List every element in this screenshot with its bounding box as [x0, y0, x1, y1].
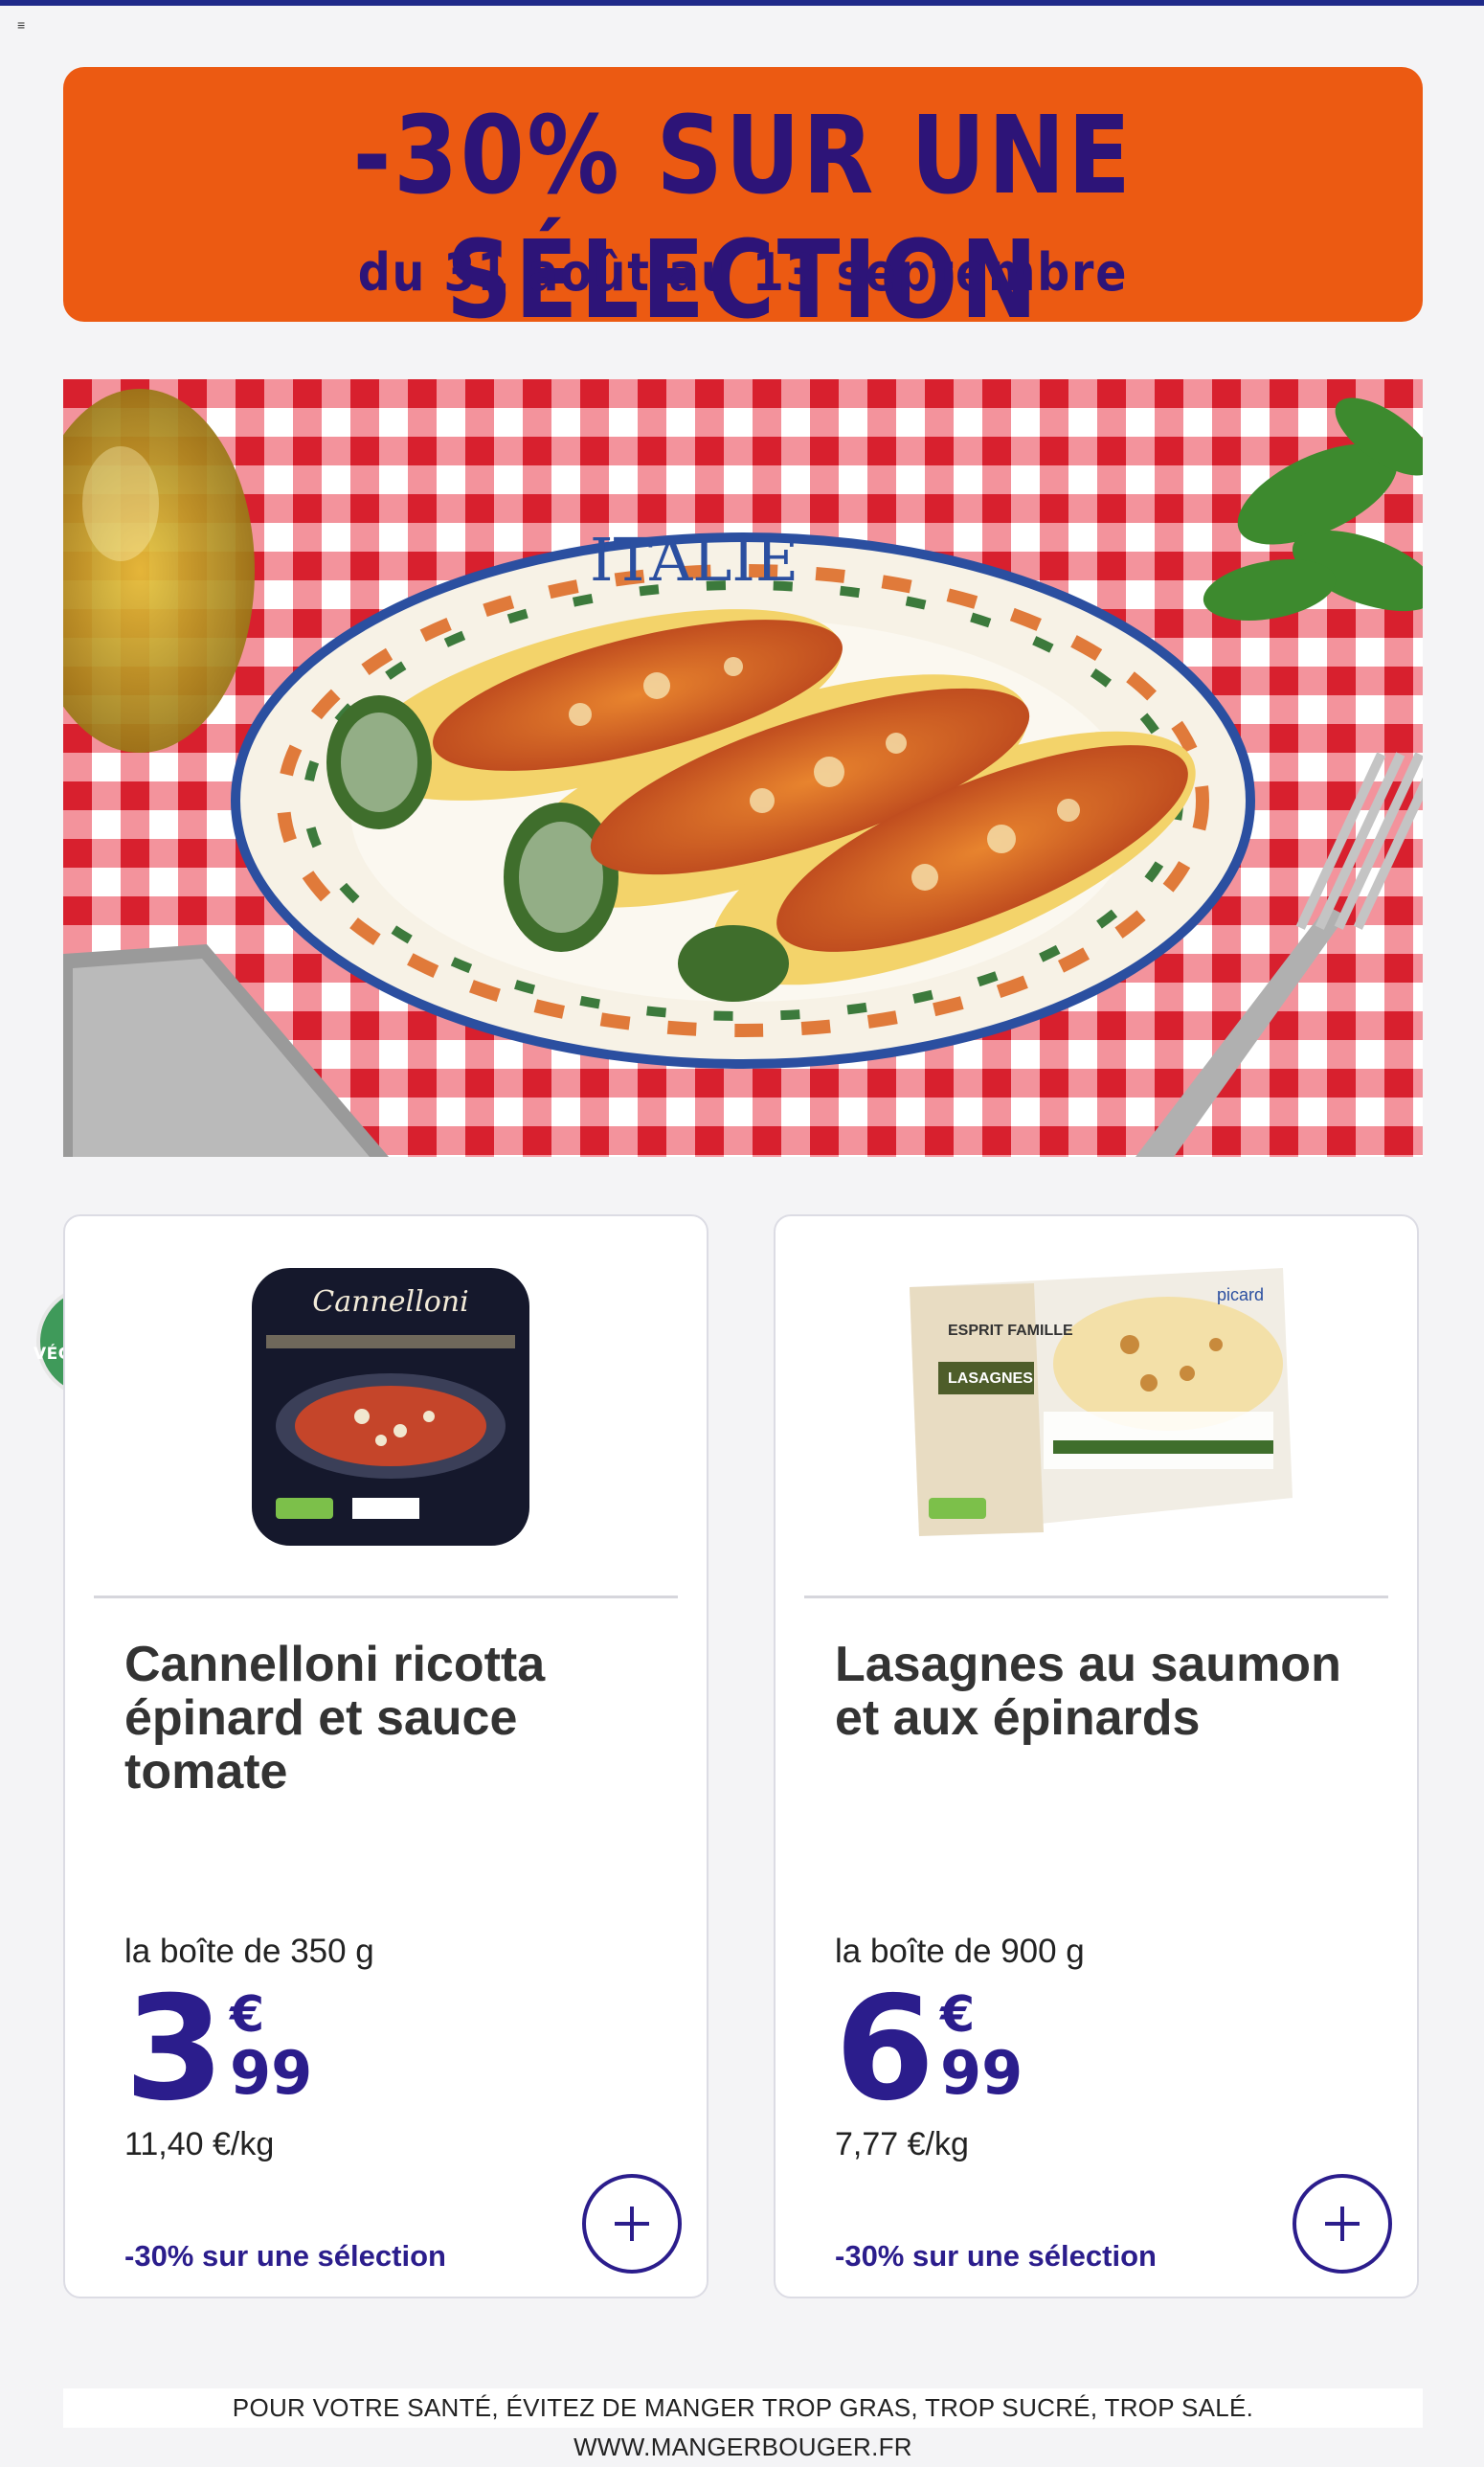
unit-label: la boîte de 900 g: [835, 1933, 1085, 1970]
product-card-lasagnes[interactable]: picard ESPRIT FAMILLE LASAGNES Lasagnes …: [774, 1214, 1419, 2298]
add-to-list-button[interactable]: [582, 2174, 682, 2274]
banner-dates: du 31 août au 13 septembre: [357, 242, 1129, 303]
product-title: Lasagnes au saumon et aux épinards: [835, 1637, 1341, 1746]
price-integer: 6: [835, 1966, 935, 2133]
package-product: LASAGNES: [948, 1370, 1033, 1387]
price-per-kg: 11,40 €/kg: [124, 2126, 275, 2162]
add-to-list-button[interactable]: [1293, 2174, 1392, 2274]
package-line: ESPRIT FAMILLE: [948, 1323, 1073, 1339]
promo-note: -30% sur une sélection: [835, 2239, 1157, 2273]
plus-icon: [1325, 2207, 1360, 2241]
card-divider: [804, 1596, 1388, 1598]
unit-label: la boîte de 350 g: [124, 1933, 374, 1970]
price-per-kg: 7,77 €/kg: [835, 2126, 969, 2162]
price-currency: €: [230, 1986, 265, 2044]
price-integer: 3: [124, 1966, 225, 2133]
banner-title: -30% SUR UNE SÉLECTION: [352, 94, 1134, 343]
top-accent-bar: [0, 0, 1484, 6]
package-brand-cannelloni: Cannelloni: [312, 1285, 468, 1319]
price-cents: 99: [230, 2038, 313, 2108]
product-image-cannelloni: Cannelloni: [252, 1268, 529, 1546]
card-divider: [94, 1596, 678, 1598]
hero-image: ITALIE: [63, 379, 1423, 1157]
plate-lettering: ITALIE: [590, 525, 798, 595]
plus-icon: [615, 2207, 649, 2241]
product-image-lasagnes: picard ESPRIT FAMILLE LASAGNES: [910, 1268, 1293, 1536]
promo-note: -30% sur une sélection: [124, 2239, 446, 2273]
health-disclaimer-footer: POUR VOTRE SANTÉ, ÉVITEZ DE MANGER TROP …: [63, 2388, 1423, 2461]
menu-icon[interactable]: ≡: [17, 17, 25, 33]
product-title: Cannelloni ricotta épinard et sauce toma…: [124, 1637, 546, 1799]
cannelloni-dish-illustration: ITALIE: [63, 379, 1423, 1157]
promo-banner: -30% SUR UNE SÉLECTION du 31 août au 13 …: [63, 67, 1423, 343]
price-cents: 99: [940, 2038, 1023, 2108]
price-currency: €: [940, 1986, 976, 2044]
product-card-cannelloni[interactable]: Cannelloni Cannelloni ricotta épinard et…: [63, 1214, 708, 2298]
package-brand-picard: picard: [1217, 1285, 1264, 1304]
